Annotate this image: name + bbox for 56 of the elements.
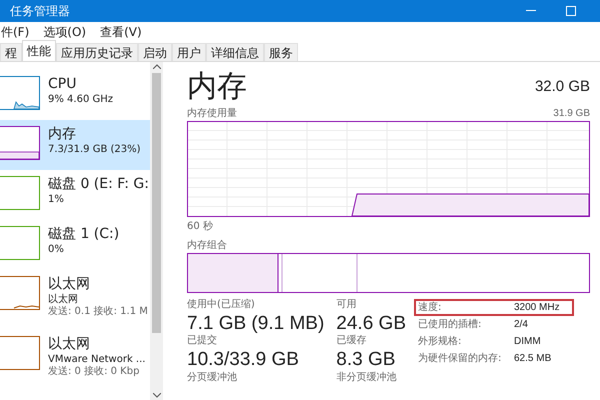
tab[interactable]: 用户 xyxy=(172,43,206,61)
detail-value: 3200 MHz xyxy=(514,301,560,315)
tab[interactable]: 启动 xyxy=(138,43,172,61)
item-detail: VMware Network ... xyxy=(48,354,146,366)
tab[interactable]: 应用历史记录 xyxy=(56,43,138,61)
stat-label: 非分页缓冲池 xyxy=(336,372,398,384)
scroll-down-icon[interactable] xyxy=(152,393,160,398)
tab[interactable]: 性能 xyxy=(22,40,56,61)
item-detail: 9% 4.60 GHz xyxy=(48,94,114,106)
detail-value: 62.5 MB xyxy=(514,352,552,366)
stat-value: 10.3/33.9 GB xyxy=(187,348,300,372)
item-name: 以太网 xyxy=(48,336,91,354)
tab[interactable]: 程 xyxy=(0,43,22,61)
stat-label: 已缓存 xyxy=(336,335,368,348)
stat-value: 8.3 GB xyxy=(336,348,396,372)
detail-label: 已使用的插槽: xyxy=(418,318,482,332)
item-name: 以太网 xyxy=(48,276,91,294)
stat-label: 已提交 xyxy=(187,335,218,348)
item-detail: 发送: 0.1 接收: 1.1 M xyxy=(48,306,148,318)
item-detail: 发送: 0 接收: 0 Kbp xyxy=(48,366,140,378)
item-detail: 1% xyxy=(48,194,65,206)
detail-label: 外形规格: xyxy=(418,334,462,349)
scrollbar[interactable] xyxy=(150,62,163,400)
scroll-up-icon[interactable] xyxy=(152,64,160,69)
graph-max: 31.9 GB xyxy=(553,107,590,121)
window-title: 任务管理器 xyxy=(10,3,70,20)
item-name: 磁盘 1 (C:) xyxy=(48,226,120,244)
detail-value: DIMM xyxy=(514,335,541,349)
item-name: 内存 xyxy=(48,126,77,144)
item-detail: 以太网 xyxy=(48,294,79,306)
scroll-thumb[interactable] xyxy=(152,73,161,333)
item-detail: 0% xyxy=(48,244,65,256)
tab[interactable]: 详细信息 xyxy=(206,43,264,61)
stat-value: 7.1 GB (9.1 MB) xyxy=(187,312,324,334)
stat-label: 可用 xyxy=(336,299,358,312)
section-title: 内存 xyxy=(187,72,247,102)
menu-item[interactable]: 查看(V) xyxy=(100,22,142,40)
stat-value: 24.6 GB xyxy=(336,312,406,334)
minimize-icon[interactable] xyxy=(526,10,536,12)
menu-item[interactable]: 选项(O) xyxy=(43,22,86,40)
detail-label: 为硬件保留的内存: xyxy=(418,352,502,366)
sidebar-item[interactable]: 内存 7.3/31.9 GB (23%) xyxy=(0,120,150,170)
maximize-icon[interactable] xyxy=(566,6,576,16)
graph-label: 内存组合 xyxy=(187,238,228,253)
item-name: 磁盘 0 (E: F: G: xyxy=(48,176,149,194)
detail-value: 2/4 xyxy=(514,318,528,332)
item-detail: 7.3/31.9 GB (23%) xyxy=(48,144,141,156)
tab[interactable]: 服务 xyxy=(264,43,298,61)
stat-label: 分页缓冲池 xyxy=(187,372,238,384)
graph-label: 内存使用量 xyxy=(187,106,237,121)
stat-label: 使用中(已压缩) xyxy=(187,299,256,312)
detail-label: 速度: xyxy=(418,300,442,315)
total-memory: 32.0 GB xyxy=(534,76,590,96)
menu-item[interactable]: 件(F) xyxy=(1,22,30,40)
item-name: CPU xyxy=(48,76,78,94)
time-label: 60 秒 xyxy=(187,220,214,234)
